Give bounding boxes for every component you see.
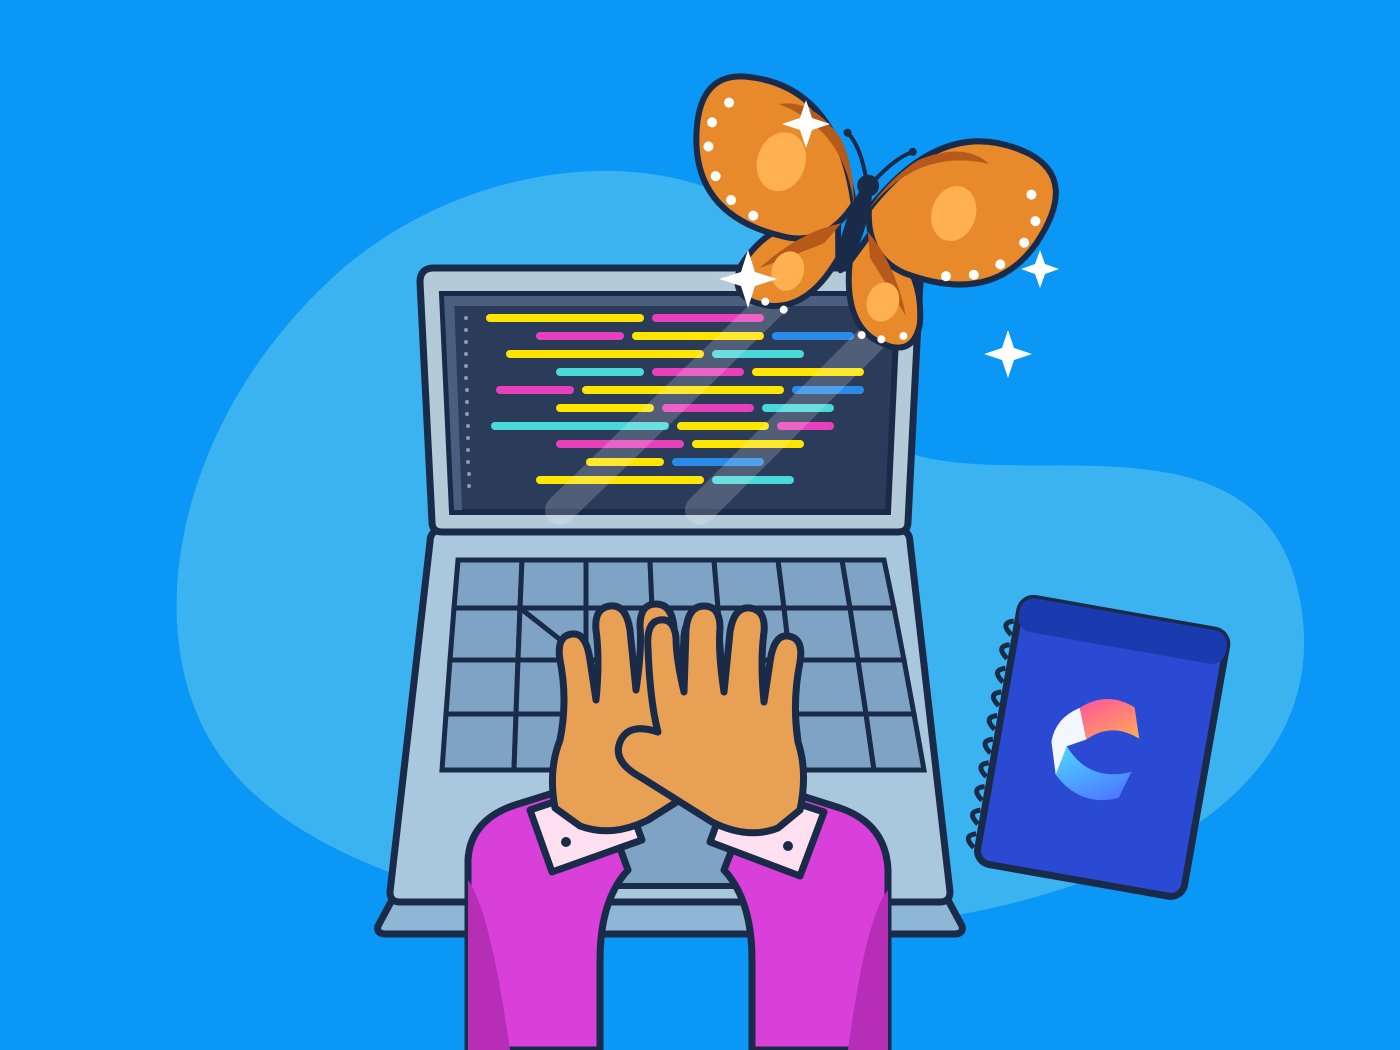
illustration-svg bbox=[0, 0, 1400, 1050]
laptop-screen bbox=[420, 268, 920, 532]
illustration-canvas bbox=[0, 0, 1400, 1050]
